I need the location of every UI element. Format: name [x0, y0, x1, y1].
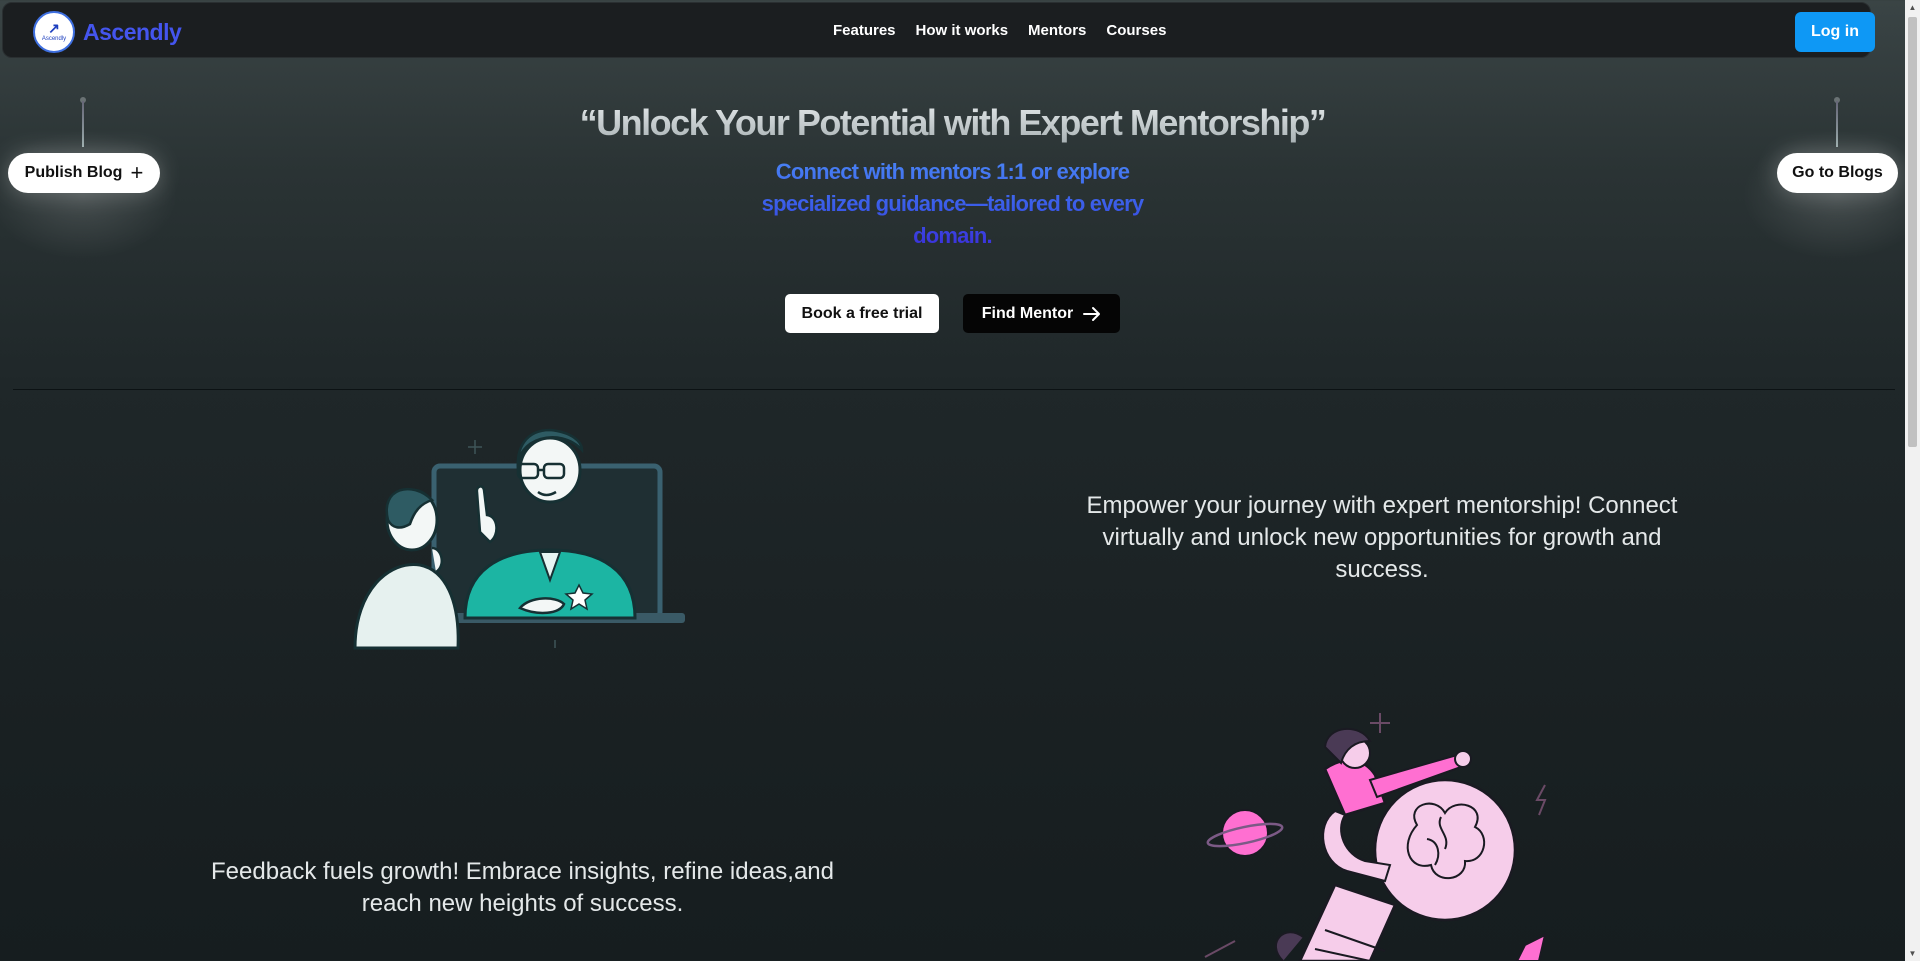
hero-title: “Unlock Your Potential with Expert Mento… [0, 102, 1905, 144]
plus-icon: + [130, 160, 144, 185]
login-button[interactable]: Log in [1795, 12, 1875, 52]
section-divider [13, 389, 1895, 390]
go-to-blogs-button[interactable]: Go to Blogs [1777, 153, 1898, 193]
nav-link-features[interactable]: Features [833, 22, 896, 39]
scroll-up-icon[interactable]: ▲ [1905, 0, 1920, 15]
brand[interactable]: ↗ Ascendly Ascendly [33, 11, 182, 53]
hero-subtitle: Connect with mentors 1:1 or explore spec… [730, 156, 1175, 252]
arrow-right-icon [1083, 306, 1101, 321]
nav-link-mentors[interactable]: Mentors [1028, 22, 1086, 39]
publish-blog-label: Publish Blog [24, 164, 123, 181]
logo-icon: ↗ Ascendly [33, 11, 75, 53]
scrollbar-thumb[interactable] [1908, 17, 1917, 447]
brand-name: Ascendly [83, 18, 182, 45]
find-mentor-label: Find Mentor [981, 304, 1074, 322]
feedback-text: Feedback fuels growth! Embrace insights,… [210, 858, 834, 917]
publish-glow [0, 130, 178, 260]
logo-text: Ascendly [41, 36, 67, 42]
top-navbar: ↗ Ascendly Ascendly Features How it work… [2, 2, 1875, 58]
nav-links: Features How it works Mentors Courses [833, 22, 1166, 39]
blogs-glow [1742, 130, 1920, 260]
brain-rocket-illustration [1204, 713, 1547, 961]
mentor-video-call-illustration [353, 428, 685, 650]
publish-blog-button[interactable]: Publish Blog + [8, 153, 160, 193]
find-mentor-button[interactable]: Find Mentor [963, 294, 1120, 333]
nav-link-how-it-works[interactable]: How it works [916, 22, 1009, 39]
nav-link-courses[interactable]: Courses [1106, 22, 1166, 39]
scroll-down-icon[interactable]: ▼ [1905, 946, 1920, 961]
mentorship-text: Empower your journey with expert mentors… [1086, 492, 1678, 583]
book-free-trial-button[interactable]: Book a free trial [785, 294, 939, 333]
